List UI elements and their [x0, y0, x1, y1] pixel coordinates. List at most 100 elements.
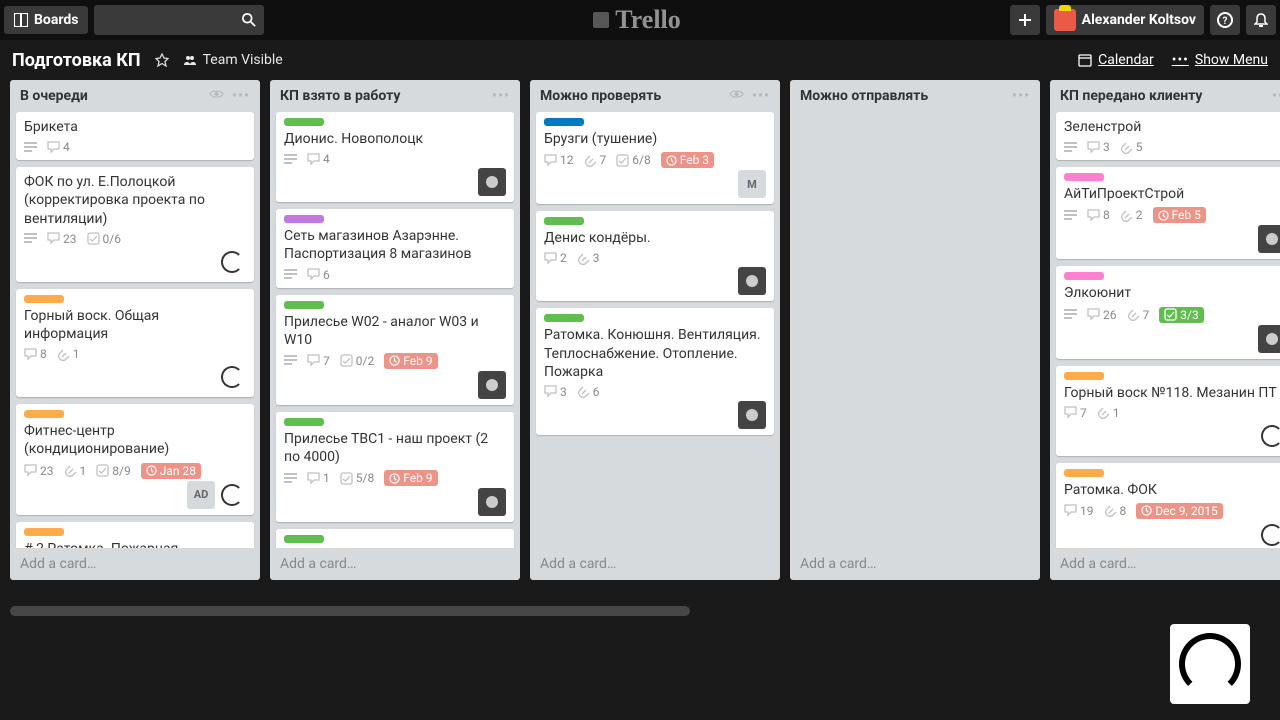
boards-button[interactable]: Boards [4, 6, 88, 34]
comments-badge: 8 [24, 347, 47, 361]
card[interactable]: Фитнес-центр (кондиционирование) 23 1 8/… [16, 404, 254, 514]
add-card-button[interactable]: Add a card… [530, 548, 780, 580]
notifications-button[interactable] [1246, 5, 1276, 35]
list-menu-button[interactable]: ••• [492, 88, 510, 104]
card-badges: 3 6 [544, 385, 766, 399]
label-orange[interactable] [1064, 372, 1104, 380]
list-menu-button[interactable]: ••• [1272, 88, 1280, 104]
subscribe-icon[interactable] [729, 88, 744, 104]
comments-badge: 23 [24, 464, 54, 478]
comments-badge: 12 [544, 153, 574, 167]
label-green[interactable] [284, 418, 324, 426]
card[interactable]: Зеленстрой 3 5 [1056, 112, 1280, 160]
card[interactable]: Прилесье W02 - аналог W03 и W10 7 0/2 Fe… [276, 295, 514, 405]
card[interactable]: Горный воск №118. Мезанин ПТ 7 1 [1056, 366, 1280, 456]
card[interactable]: Брикета 4 [16, 112, 254, 160]
member-avatar[interactable]: AD [187, 481, 215, 509]
comments-badge: 1 [307, 471, 330, 485]
member-avatar[interactable] [738, 267, 766, 295]
user-menu[interactable]: Alexander Koltsov [1046, 5, 1204, 35]
card[interactable]: Ратомка. ФОК 19 8 Dec 9, 2015 [1056, 463, 1280, 548]
card-title: Денис кондёры. [544, 229, 766, 247]
card-badges: 23 1 8/9 Jan 28 [24, 463, 246, 479]
card-badges: 4 [284, 152, 506, 166]
label-green[interactable] [544, 314, 584, 322]
card-title: Зеленстрой [1064, 118, 1280, 136]
list-header[interactable]: Можно отправлять ••• [790, 80, 1040, 112]
label-green[interactable] [284, 301, 324, 309]
attachments-badge: 1 [1097, 406, 1120, 420]
label-orange[interactable] [1064, 469, 1104, 477]
label-pink[interactable] [1064, 173, 1104, 181]
member-avatar[interactable] [1258, 325, 1280, 353]
card-members [544, 267, 766, 295]
card-badges: 3 5 [1064, 140, 1280, 154]
comments-badge: 4 [307, 152, 330, 166]
card[interactable]: # 2 Ратомка. Пожарная сигнализация [16, 522, 254, 549]
add-card-button[interactable]: Add a card… [10, 548, 260, 580]
label-orange[interactable] [24, 410, 64, 418]
star-button[interactable] [155, 53, 169, 67]
visibility-button[interactable]: Team Visible [183, 52, 283, 68]
card-labels [284, 215, 506, 223]
list-menu-button[interactable]: ••• [232, 88, 250, 104]
label-blue[interactable] [544, 118, 584, 126]
comments-badge: 7 [1064, 406, 1087, 420]
label-orange[interactable] [24, 295, 64, 303]
member-avatar[interactable] [218, 363, 246, 391]
list-header[interactable]: КП передано клиенту ••• [1050, 80, 1280, 112]
list-menu-button[interactable]: ••• [752, 88, 770, 104]
label-purple[interactable] [284, 215, 324, 223]
card[interactable]: Брузги (тушение) 12 7 6/8 Feb 3M [536, 112, 774, 204]
card[interactable]: АйТиПроектСтрой 8 2 Feb 5 [1056, 167, 1280, 259]
list-menu-button[interactable]: ••• [1012, 88, 1030, 104]
bell-icon [1254, 13, 1268, 27]
board-canvas[interactable]: В очереди ••• Брикета 4 ФОК по ул. Е.Поло… [0, 80, 1280, 600]
card[interactable]: ФОК по ул. Е.Полоцкой (корректировка про… [16, 167, 254, 282]
add-card-button[interactable]: Add a card… [1050, 548, 1280, 580]
member-avatar[interactable] [478, 371, 506, 399]
label-green[interactable] [284, 118, 324, 126]
horizontal-scrollbar[interactable] [10, 606, 690, 616]
member-avatar[interactable] [738, 401, 766, 429]
add-card-button[interactable]: Add a card… [790, 548, 1040, 580]
label-pink[interactable] [1064, 272, 1104, 280]
search-input[interactable] [94, 5, 264, 35]
card[interactable]: Горный воск. Общая информация 8 1 [16, 289, 254, 397]
card[interactable]: Прилесье W07 - аналог W06 2 3/8 Jan 30 [276, 529, 514, 548]
member-avatar[interactable] [478, 488, 506, 516]
card-title: Сеть магазинов Азарэнне. Паспортизация 8… [284, 227, 506, 263]
add-card-button[interactable]: Add a card… [270, 548, 520, 580]
show-menu-button[interactable]: ••• Show Menu [1172, 52, 1268, 68]
member-avatar[interactable] [478, 168, 506, 196]
card[interactable]: Сеть магазинов Азарэнне. Паспортизация 8… [276, 209, 514, 287]
trello-logo[interactable]: Trello [593, 5, 680, 35]
card-labels [284, 118, 506, 126]
member-avatar[interactable]: M [738, 170, 766, 198]
card[interactable]: Денис кондёры. 2 3 [536, 211, 774, 301]
user-avatar [1054, 9, 1076, 31]
card[interactable]: Прилесье ТВС1 - наш проект (2 по 4000) 1… [276, 412, 514, 522]
member-avatar[interactable] [218, 248, 246, 276]
member-avatar[interactable] [218, 481, 246, 509]
card[interactable]: Элкоюнит 26 7 3/3 [1056, 266, 1280, 358]
label-green[interactable] [544, 217, 584, 225]
board-title[interactable]: Подготовка КП [12, 50, 141, 71]
help-button[interactable]: ? [1210, 5, 1240, 35]
create-button[interactable] [1010, 5, 1040, 35]
label-green[interactable] [284, 535, 324, 543]
list-header[interactable]: Можно проверять ••• [530, 80, 780, 112]
list-header[interactable]: КП взято в работу ••• [270, 80, 520, 112]
calendar-button[interactable]: Calendar [1078, 52, 1154, 68]
member-avatar[interactable] [1258, 422, 1280, 450]
comments-badge: 6 [307, 268, 330, 282]
member-avatar[interactable] [1258, 521, 1280, 548]
subscribe-icon[interactable] [209, 88, 224, 104]
checklist-badge: 6/8 [616, 153, 650, 167]
list-header[interactable]: В очереди ••• [10, 80, 260, 112]
card[interactable]: Ратомка. Конюшня. Вентиляция. Теплоснабж… [536, 308, 774, 435]
card-labels [24, 410, 246, 418]
card[interactable]: Дионис. Новополоцк 4 [276, 112, 514, 202]
label-orange[interactable] [24, 528, 64, 536]
member-avatar[interactable] [1258, 225, 1280, 253]
